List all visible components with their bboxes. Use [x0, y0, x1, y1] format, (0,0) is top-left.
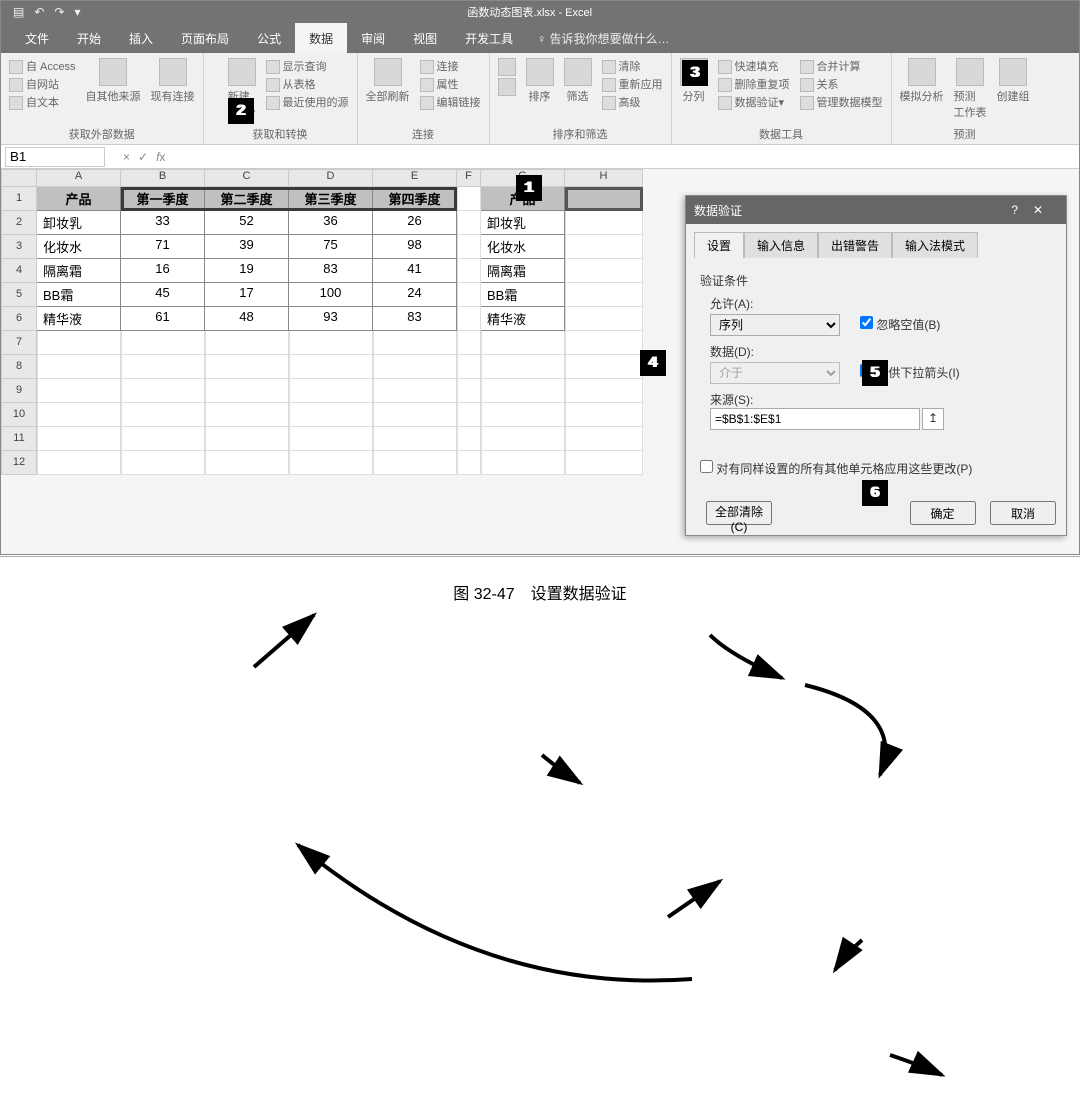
dialog-titlebar[interactable]: 数据验证 ? ✕ — [686, 196, 1066, 224]
dtab-error[interactable]: 出错警告 — [818, 232, 892, 258]
step-badge-5: 5 — [862, 360, 888, 386]
clear-all-button[interactable]: 全部清除(C) — [706, 501, 772, 525]
formula-bar: ×✓fx — [1, 145, 1079, 169]
excel-window: ▤ ↶ ↷ ▾ 函数动态图表.xlsx - Excel 文件 开始 插入 页面布… — [0, 0, 1080, 555]
tab-home[interactable]: 开始 — [63, 23, 115, 53]
dtab-settings[interactable]: 设置 — [694, 232, 744, 258]
quick-access-toolbar: ▤ ↶ ↷ ▾ — [1, 5, 81, 19]
dialog-tabs: 设置 输入信息 出错警告 输入法模式 — [686, 224, 1066, 258]
cond-label: 验证条件 — [700, 272, 1052, 289]
step-badge-1: 1 — [516, 175, 542, 201]
ribbon-tabs: 文件 开始 插入 页面布局 公式 数据 审阅 视图 开发工具 ♀ 告诉我你想要做… — [1, 23, 1079, 53]
annotation-arrows — [0, 555, 1080, 1115]
customize-icon[interactable]: ▾ — [74, 5, 80, 19]
step-badge-4: 4 — [640, 350, 666, 376]
dialog-title: 数据验证 — [694, 202, 742, 219]
step-badge-2: 2 — [228, 98, 254, 124]
dtab-input[interactable]: 输入信息 — [744, 232, 818, 258]
ignore-blank-check[interactable]: 忽略空值(B) — [860, 316, 940, 333]
dtab-ime[interactable]: 输入法模式 — [892, 232, 978, 258]
data-select[interactable]: 介于 — [710, 362, 840, 384]
allow-select[interactable]: 序列 — [710, 314, 840, 336]
tab-insert[interactable]: 插入 — [115, 23, 167, 53]
group-conn: 全部刷新 连接属性编辑链接 连接 — [358, 53, 490, 144]
group-transform: 新建查询▾ 显示查询从表格最近使用的源 获取和转换 — [204, 53, 358, 144]
tab-review[interactable]: 审阅 — [347, 23, 399, 53]
undo-icon[interactable]: ↶ — [34, 5, 44, 19]
redo-icon[interactable]: ↷ — [54, 5, 64, 19]
titlebar: ▤ ↶ ↷ ▾ 函数动态图表.xlsx - Excel — [1, 1, 1079, 23]
tab-formula[interactable]: 公式 — [243, 23, 295, 53]
window-title: 函数动态图表.xlsx - Excel — [81, 4, 980, 20]
tab-file[interactable]: 文件 — [11, 23, 63, 53]
step-badge-6: 6 — [862, 480, 888, 506]
group-forecast: 模拟分析 预测工作表 创建组 预测 — [892, 53, 1038, 144]
step-badge-3: 3 — [682, 60, 708, 86]
name-box[interactable] — [5, 147, 105, 167]
figure-caption: 图 32-47设置数据验证 — [0, 580, 1080, 604]
cancel-button[interactable]: 取消 — [990, 501, 1056, 525]
tab-layout[interactable]: 页面布局 — [167, 23, 243, 53]
tab-data[interactable]: 数据 — [295, 23, 347, 53]
tab-dev[interactable]: 开发工具 — [451, 23, 527, 53]
apply-all-check[interactable]: 对有同样设置的所有其他单元格应用这些更改(P) — [700, 462, 972, 476]
source-input[interactable] — [710, 408, 920, 430]
help-icon[interactable]: ? — [1011, 203, 1018, 217]
ok-button[interactable]: 确定 — [910, 501, 976, 525]
save-icon[interactable]: ▤ — [13, 5, 24, 19]
ref-picker-icon[interactable] — [922, 408, 944, 430]
ribbon: 自 Access自网站自文本 自其他来源 现有连接 获取外部数据 新建查询▾ 显… — [1, 53, 1079, 145]
tell-me[interactable]: ♀ 告诉我你想要做什么… — [527, 23, 679, 53]
group-external: 自 Access自网站自文本 自其他来源 现有连接 获取外部数据 — [1, 53, 204, 144]
group-sort: 排序 筛选 清除重新应用高级 排序和筛选 — [490, 53, 672, 144]
close-icon[interactable]: ✕ — [1018, 203, 1058, 217]
tab-view[interactable]: 视图 — [399, 23, 451, 53]
fx-buttons[interactable]: ×✓fx — [109, 150, 179, 164]
